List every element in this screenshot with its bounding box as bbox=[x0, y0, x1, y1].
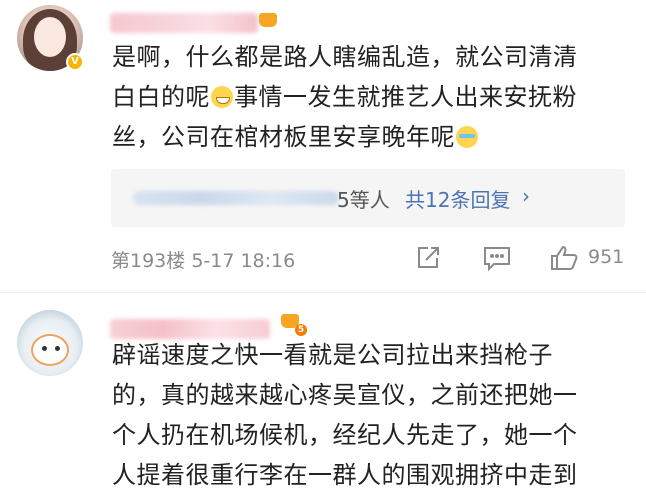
level-crown-icon: 5 bbox=[281, 312, 307, 336]
verified-badge-icon: V bbox=[66, 53, 84, 71]
comment-line: 辟谣速度之快一看就是公司拉出来挡枪子 bbox=[112, 341, 553, 369]
member-crown-icon bbox=[259, 11, 279, 31]
comment-line: 是啊，什么都是路人瞎编乱造，就公司清清 bbox=[112, 43, 578, 71]
thumbs-up-icon bbox=[551, 245, 578, 270]
avatar-face bbox=[34, 17, 66, 57]
comment-line: 白白的呢 bbox=[112, 83, 210, 111]
crown-shape bbox=[259, 13, 277, 27]
reply-names-blurred bbox=[133, 191, 339, 205]
comment-line: 事情一发生就推艺人出来安抚粉 bbox=[234, 83, 577, 111]
floor-number: 第193楼 bbox=[111, 250, 186, 272]
comment-line: 个人扔在机场候机，经纪人先走了，她一个 bbox=[112, 421, 578, 449]
comment-button[interactable] bbox=[482, 244, 512, 272]
avatar-eye bbox=[42, 346, 47, 351]
comment-text: 辟谣速度之快一看就是公司拉出来挡枪子 的，真的越来越心疼吴宣仪，之前还把她一 个… bbox=[112, 335, 632, 495]
cry-emoji-icon bbox=[456, 126, 478, 148]
avatar[interactable] bbox=[17, 310, 83, 376]
grin-emoji-icon bbox=[211, 86, 233, 108]
share-icon bbox=[418, 247, 439, 268]
comment-text: 是啊，什么都是路人瞎编乱造，就公司清清 白白的呢 事情一发生就推艺人出来安抚粉 丝… bbox=[112, 37, 632, 157]
avatar-eye bbox=[55, 346, 60, 351]
view-replies-link[interactable]: 共12条回复 bbox=[405, 184, 510, 213]
reply-tail-text: 5等人 bbox=[337, 188, 390, 212]
comment-line: 的，真的越来越心疼吴宣仪，之前还把她一 bbox=[112, 381, 578, 409]
comment-meta: 第193楼 5-17 18:16 bbox=[111, 246, 295, 273]
like-count: 951 bbox=[588, 246, 625, 268]
avatar-face bbox=[31, 334, 69, 366]
comment-item: V 是啊，什么都是路人瞎编乱造，就公司清清 白白的呢 事情一发生就推艺人出来安抚粉… bbox=[0, 0, 646, 292]
comment-icon bbox=[484, 247, 510, 272]
comment-line: 人提着很重行李在一群人的围观拥挤中走到 bbox=[112, 461, 578, 489]
comment-line: 丝，公司在棺材板里安享晚年呢 bbox=[112, 123, 455, 151]
chevron-right-icon: › bbox=[522, 184, 530, 208]
like-button[interactable] bbox=[549, 244, 579, 272]
share-button[interactable] bbox=[414, 244, 442, 272]
username-blurred[interactable] bbox=[110, 13, 258, 33]
timestamp: 5-17 18:16 bbox=[191, 250, 296, 272]
comment-item: 5 辟谣速度之快一看就是公司拉出来挡枪子 的，真的越来越心疼吴宣仪，之前还把她一… bbox=[0, 292, 646, 500]
reply-preview[interactable]: 5等人 共12条回复 › bbox=[111, 169, 625, 227]
